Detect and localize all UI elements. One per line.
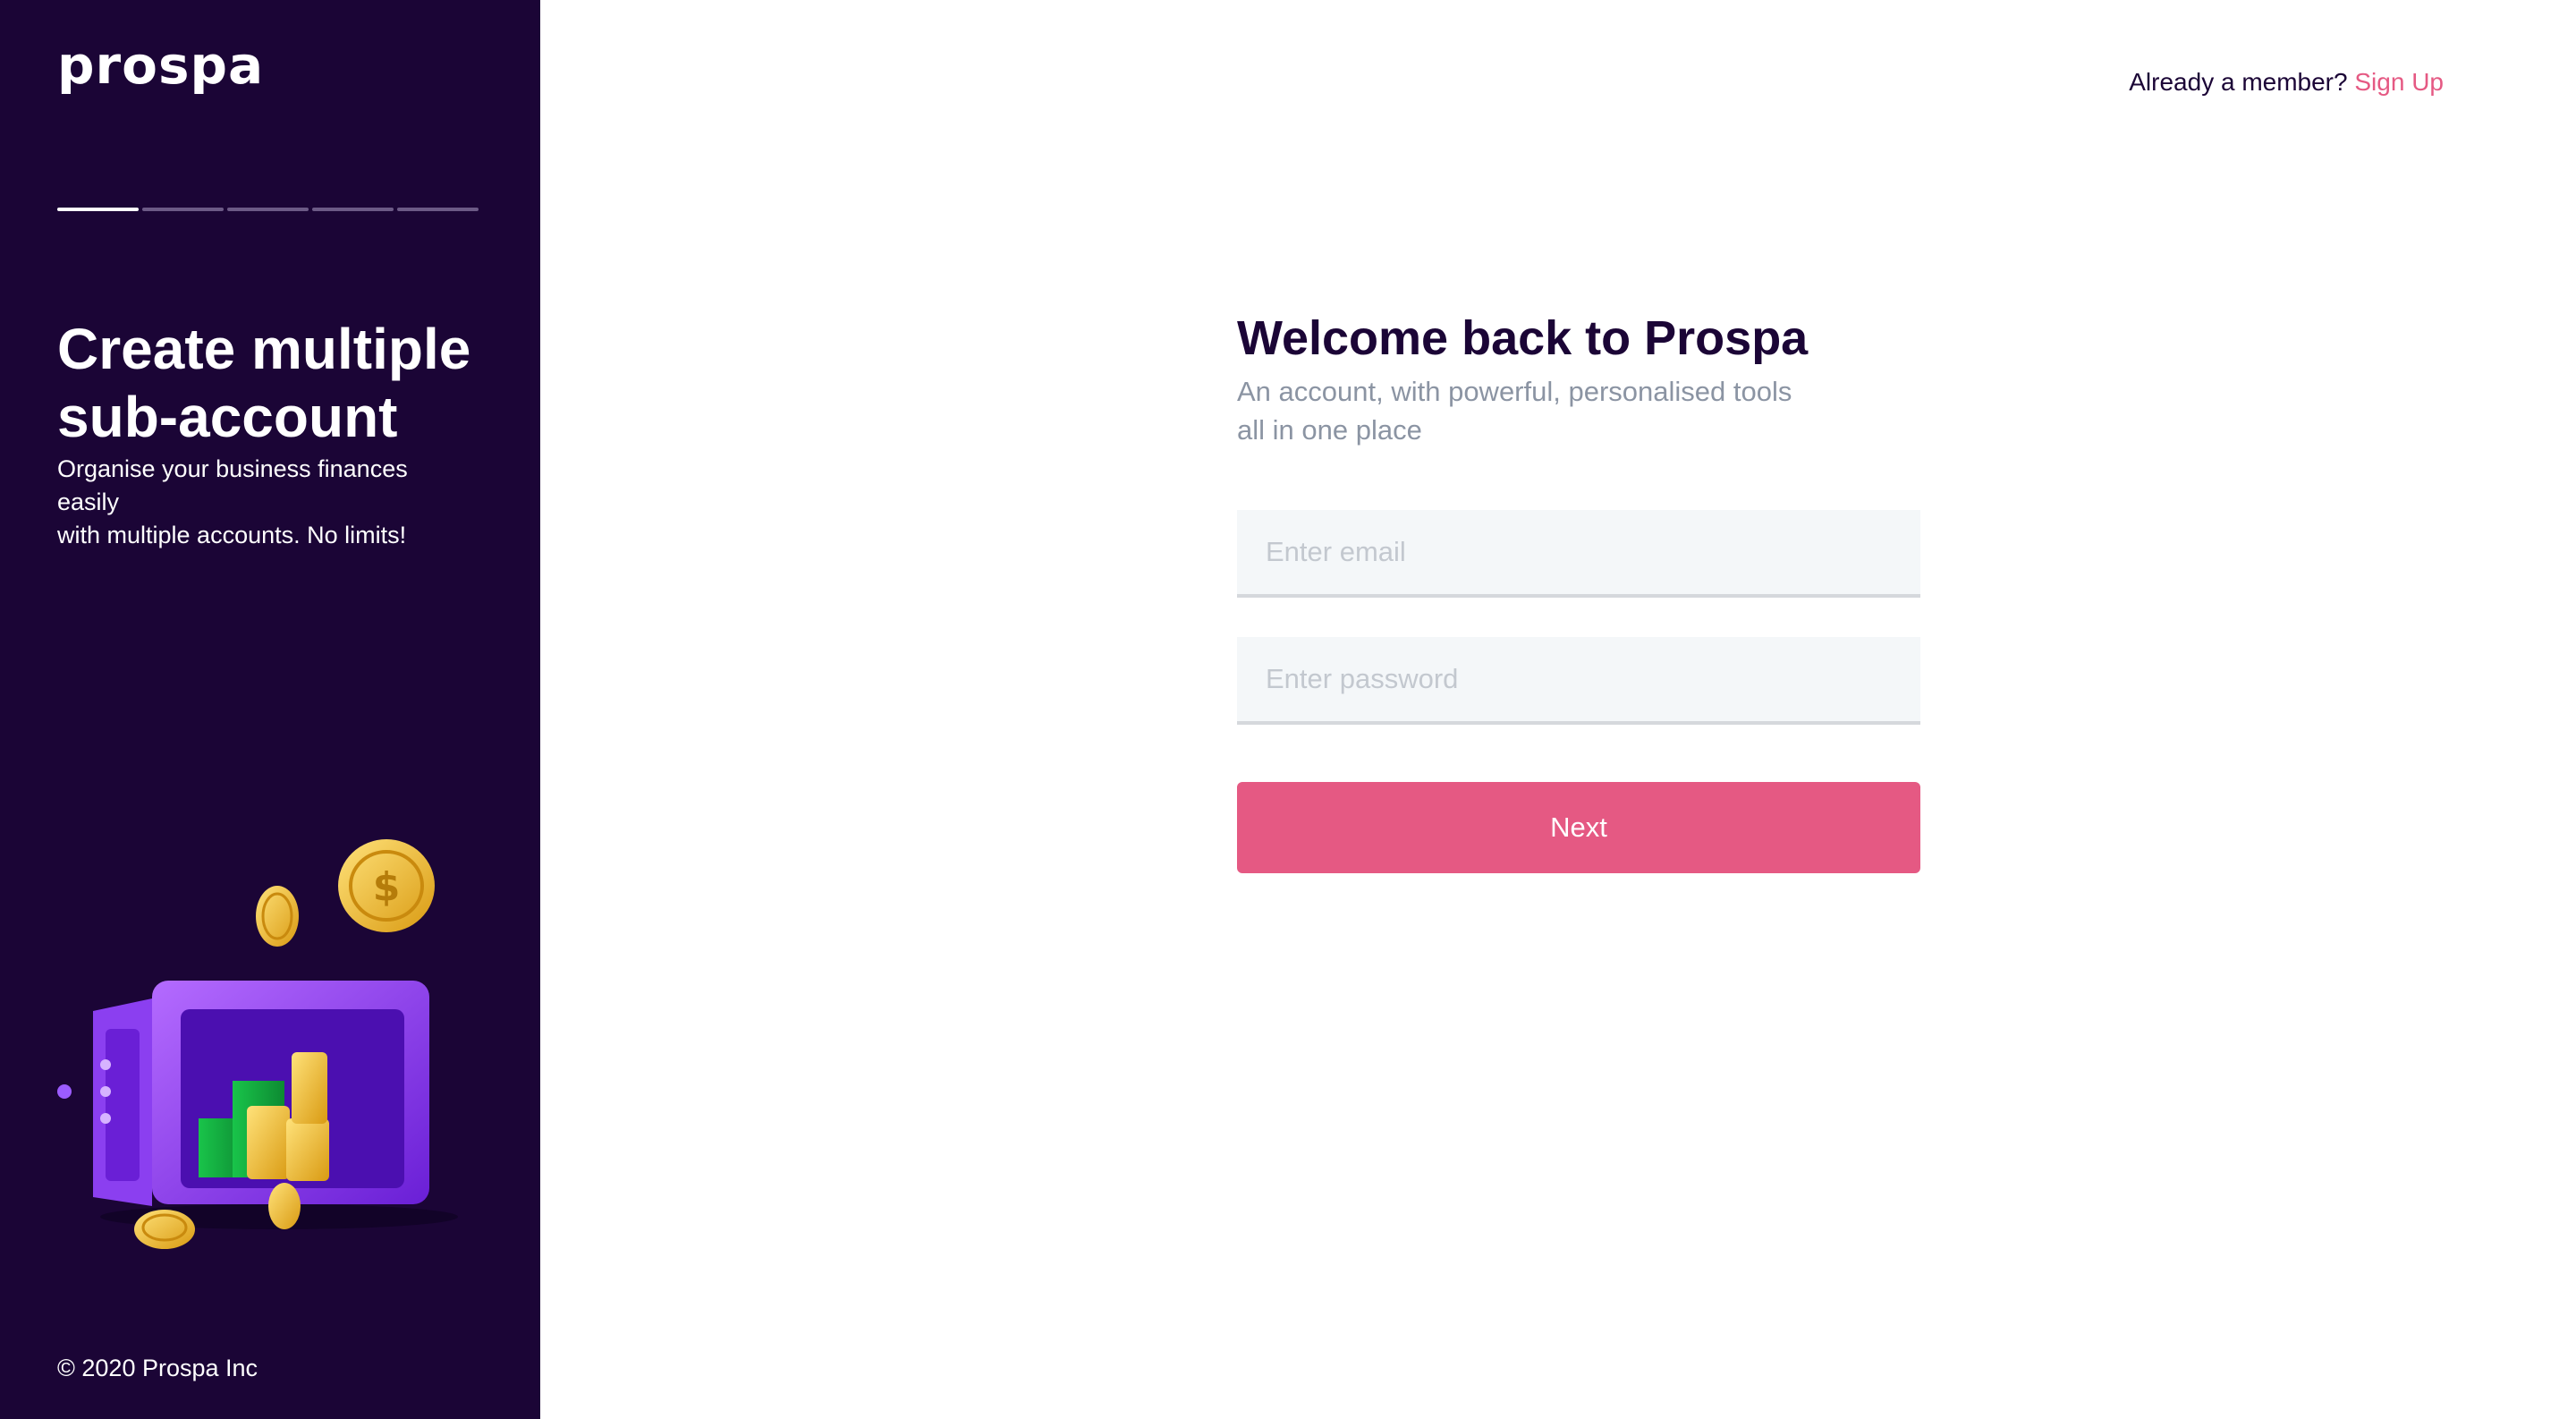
progress-step: [397, 208, 479, 211]
next-button[interactable]: Next: [1237, 782, 1920, 873]
safe-with-coins-illustration: $: [57, 839, 458, 1249]
copyright-text: © 2020 Prospa Inc: [57, 1355, 258, 1381]
coin-icon: [268, 1183, 301, 1229]
progress-step: [142, 208, 224, 211]
svg-text:$: $: [373, 864, 401, 910]
coin-icon: [134, 1210, 195, 1249]
progress-step: [312, 208, 394, 211]
promo-description: Organise your business finances easily w…: [57, 453, 469, 552]
form-title: Welcome back to Prospa: [1237, 311, 1809, 365]
sidebar: prospa Create multiple sub-account Organ…: [0, 0, 540, 1419]
promo-description-line: with multiple accounts. No limits!: [57, 522, 407, 548]
member-prompt-text: Already a member?: [2129, 68, 2348, 96]
coin-icon: [256, 886, 299, 947]
promo-description-line: Organise your business finances easily: [57, 455, 408, 515]
form-subtitle-line: An account, with powerful, personalised …: [1237, 376, 1792, 407]
coin-icon: $: [338, 839, 435, 932]
sign-up-link[interactable]: Sign Up: [2354, 68, 2444, 96]
prospa-logo[interactable]: prospa: [57, 39, 264, 91]
password-field[interactable]: [1237, 637, 1920, 721]
signup-prompt: Already a member? Sign Up: [2129, 68, 2444, 97]
login-form: Welcome back to Prospa An account, with …: [1237, 304, 1920, 873]
app-root: prospa Create multiple sub-account Organ…: [0, 0, 2576, 1419]
password-field-wrapper: [1237, 637, 1920, 725]
progress-step: [57, 208, 139, 211]
form-subtitle-line: all in one place: [1237, 414, 1422, 446]
promo-title: Create multiple sub-account: [57, 317, 471, 449]
onboarding-progress: [57, 208, 479, 211]
email-field-wrapper: [1237, 510, 1920, 598]
progress-step: [227, 208, 309, 211]
email-field[interactable]: [1237, 510, 1920, 594]
form-subtitle: An account, with powerful, personalised …: [1237, 372, 1863, 449]
